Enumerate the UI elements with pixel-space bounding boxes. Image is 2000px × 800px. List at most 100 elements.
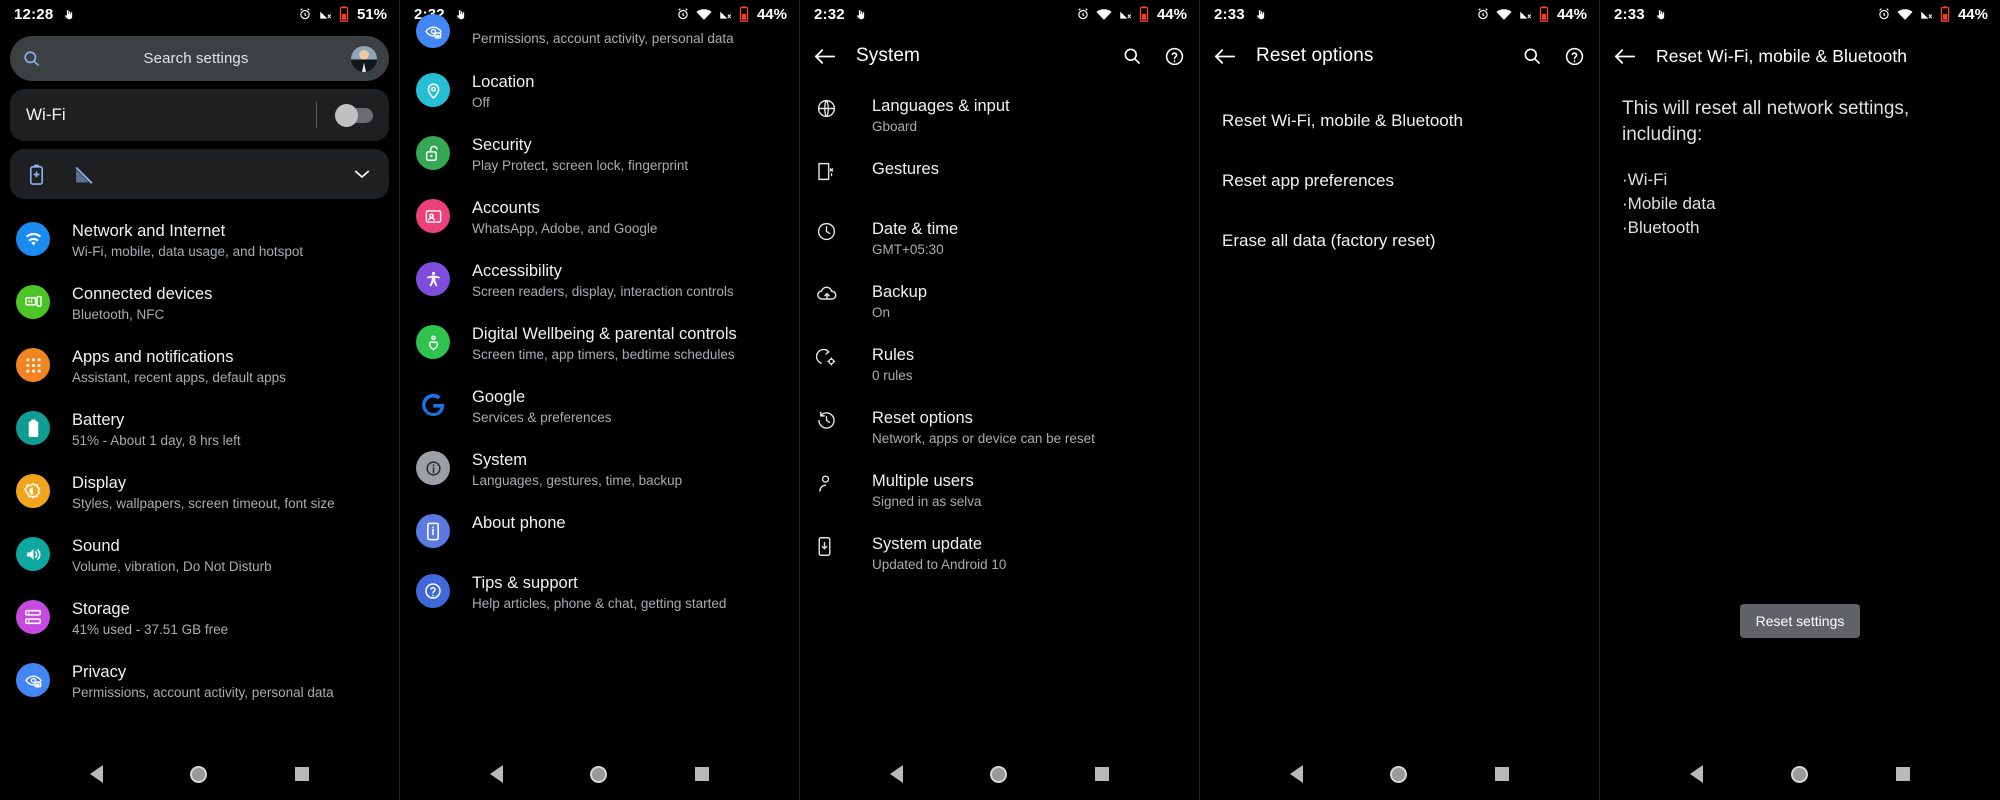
list-item-sub: 51% - About 1 day, 8 hrs left — [72, 433, 241, 448]
chevron-down-icon[interactable] — [353, 168, 371, 180]
touch-icon — [1254, 7, 1267, 22]
back-triangle-icon[interactable] — [889, 765, 903, 783]
back-arrow-icon[interactable] — [814, 47, 848, 66]
back-triangle-icon[interactable] — [89, 765, 103, 783]
search-icon[interactable] — [1522, 46, 1542, 66]
list-item-title: Tips & support — [472, 574, 578, 592]
list-item[interactable]: Connected devices Bluetooth, NFC — [0, 272, 399, 335]
list-item[interactable]: Network and Internet Wi-Fi, mobile, data … — [0, 209, 399, 272]
wifi-icon — [1496, 8, 1512, 21]
list-item[interactable]: Multiple users Signed in as selva — [800, 459, 1199, 522]
list-item[interactable]: Sound Volume, vibration, Do Not Disturb — [0, 524, 399, 587]
back-triangle-icon[interactable] — [489, 765, 503, 783]
phone-info-icon — [416, 514, 450, 548]
list-item-title: System — [472, 451, 528, 469]
status-bar: 12:28 51% — [0, 0, 399, 28]
list-item[interactable]: Date & time GMT+05:30 — [800, 207, 1199, 270]
list-item[interactable]: About phone — [400, 501, 799, 561]
list-item-title: Location — [472, 73, 535, 91]
list-item[interactable]: Storage 41% used - 37.51 GB free — [0, 587, 399, 650]
home-circle-icon[interactable] — [190, 765, 208, 783]
speaker-icon — [16, 537, 50, 571]
list-item[interactable]: Backup On — [800, 270, 1199, 333]
settings-list: Location Off Security Play Protect, screen… — [400, 60, 799, 624]
search-input[interactable]: Search settings — [10, 36, 389, 81]
back-arrow-icon[interactable] — [1214, 47, 1248, 66]
recents-square-icon[interactable] — [1896, 767, 1910, 781]
wifi-switch[interactable] — [335, 103, 373, 127]
list-item-title: Connected devices — [72, 285, 213, 303]
home-circle-icon[interactable] — [1390, 765, 1408, 783]
battery-low-icon — [1940, 6, 1950, 22]
list-item-title: Storage — [72, 600, 130, 618]
help-icon[interactable] — [1164, 46, 1185, 67]
accessibility-icon — [416, 262, 450, 296]
list-item-title: Reset options — [872, 409, 973, 427]
page-title: System — [856, 45, 920, 66]
recents-square-icon[interactable] — [1095, 767, 1110, 781]
list-item[interactable]: Accounts WhatsApp, Adobe, and Google — [400, 186, 799, 249]
quick-settings-card[interactable] — [10, 149, 389, 199]
list-item[interactable]: Tips & support Help articles, phone & cha… — [400, 561, 799, 624]
list-item[interactable]: Reset options Network, apps or device can… — [800, 396, 1199, 459]
google-g-icon — [416, 388, 450, 422]
list-item[interactable]: Security Play Protect, screen lock, finge… — [400, 123, 799, 186]
list-item[interactable]: Apps and notifications Assistant, recent … — [0, 335, 399, 398]
search-icon[interactable] — [1122, 46, 1142, 66]
signal-off-icon — [1919, 7, 1934, 21]
info-circle-icon — [416, 451, 450, 485]
navigation-bar — [400, 748, 799, 800]
list-item-title: Erase all data (factory reset) — [1222, 231, 1436, 250]
navigation-bar — [800, 748, 1199, 800]
lock-open-icon — [416, 136, 450, 170]
signal-off-icon — [1118, 7, 1133, 21]
recents-square-icon[interactable] — [695, 767, 710, 781]
navigation-bar — [0, 748, 399, 800]
signal-off-icon — [318, 7, 333, 21]
list-item[interactable]: Location Off — [400, 60, 799, 123]
help-icon[interactable] — [1564, 46, 1585, 67]
list-item[interactable]: Gestures — [800, 147, 1199, 207]
list-item[interactable]: Reset app preferences — [1200, 150, 1599, 210]
avatar[interactable] — [351, 45, 377, 72]
panel-reset-options: 2:33 44% Reset options Reset Wi-Fi, mobi… — [1200, 0, 1600, 800]
list-item[interactable]: Languages & input Gboard — [800, 84, 1199, 147]
wifi-icon — [1897, 8, 1913, 21]
list-item[interactable]: Reset Wi-Fi, mobile & Bluetooth — [1200, 90, 1599, 150]
wifi-toggle-row[interactable]: Wi-Fi — [10, 89, 389, 141]
search-placeholder: Search settings — [143, 50, 249, 67]
back-triangle-icon[interactable] — [1289, 765, 1303, 783]
list-item-sub: GMT+05:30 — [872, 242, 944, 257]
recents-square-icon[interactable] — [295, 767, 310, 781]
list-item[interactable]: Display Styles, wallpapers, screen timeou… — [0, 461, 399, 524]
list-item[interactable]: Battery 51% - About 1 day, 8 hrs left — [0, 398, 399, 461]
list-item[interactable]: Digital Wellbeing & parental controls Scr… — [400, 312, 799, 375]
list-item[interactable]: Rules 0 rules — [800, 333, 1199, 396]
touch-icon — [454, 7, 467, 22]
list-item[interactable]: Erase all data (factory reset) — [1200, 210, 1599, 270]
back-triangle-icon[interactable] — [1690, 765, 1703, 783]
home-circle-icon[interactable] — [990, 765, 1008, 783]
list-item[interactable]: System update Updated to Android 10 — [800, 522, 1199, 585]
list-item-sub: Services & preferences — [472, 410, 612, 425]
list-item-sub: Signed in as selva — [872, 494, 982, 509]
home-circle-icon[interactable] — [1791, 765, 1808, 783]
reset-settings-button[interactable]: Reset settings — [1739, 604, 1861, 638]
location-pin-icon — [416, 73, 450, 107]
privacy-eye-icon — [16, 663, 50, 697]
list-item[interactable]: System Languages, gestures, time, backup — [400, 438, 799, 501]
phone-download-icon — [816, 536, 846, 557]
list-item-sub: Permissions, account activity, personal … — [472, 31, 734, 46]
back-arrow-icon[interactable] — [1614, 47, 1648, 66]
list-item-sub: Languages, gestures, time, backup — [472, 473, 683, 488]
status-battery-percent: 44% — [1156, 5, 1187, 23]
list-item[interactable]: Google Services & preferences — [400, 375, 799, 438]
recents-square-icon[interactable] — [1495, 767, 1510, 781]
list-item[interactable]: Privacy Permissions, account activity, pe… — [0, 650, 399, 713]
list-item[interactable]: Accessibility Screen readers, display, in… — [400, 249, 799, 312]
signal-off-icon — [1518, 7, 1533, 21]
list-item-sub: Volume, vibration, Do Not Disturb — [72, 559, 272, 574]
home-circle-icon[interactable] — [590, 765, 608, 783]
app-bar: Reset Wi-Fi, mobile & Bluetooth — [1600, 32, 2000, 80]
battery-low-icon — [339, 6, 349, 22]
